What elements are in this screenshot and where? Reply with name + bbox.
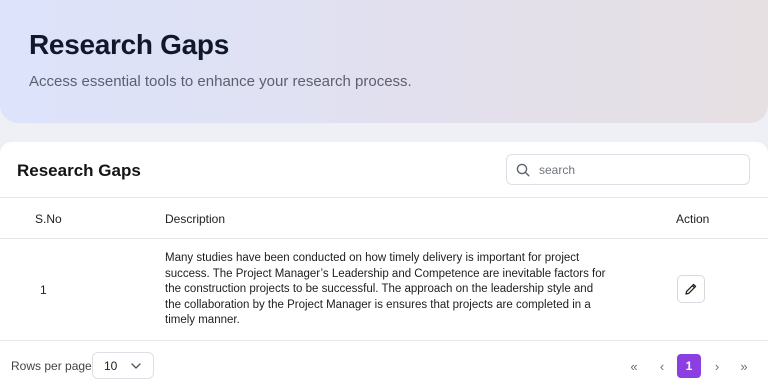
page-subtitle: Access essential tools to enhance your r… <box>29 73 412 90</box>
hero-banner: Research Gaps Access essential tools to … <box>0 0 768 123</box>
search-box[interactable] <box>506 154 750 185</box>
divider <box>0 238 768 239</box>
rows-per-page-label: Rows per page <box>11 359 92 373</box>
page-title: Research Gaps <box>29 29 229 60</box>
column-header-description: Description <box>165 212 226 226</box>
divider <box>0 340 768 341</box>
last-page-button[interactable]: » <box>732 354 756 378</box>
column-header-sno: S.No <box>35 212 62 226</box>
first-page-button[interactable]: « <box>622 354 646 378</box>
row-description: Many studies have been conducted on how … <box>165 252 606 327</box>
edit-button[interactable] <box>677 275 705 303</box>
rows-per-page-select[interactable]: 10 <box>92 352 154 379</box>
column-header-action: Action <box>676 212 710 226</box>
card-title: Research Gaps <box>17 161 141 180</box>
chevron-down-icon <box>131 362 141 369</box>
previous-page-button[interactable]: ‹ <box>650 354 674 378</box>
research-gaps-card: Research Gaps S.No Description Action 1 … <box>0 142 768 391</box>
pencil-edit-icon <box>685 283 697 295</box>
page-1-button[interactable]: 1 <box>677 354 701 378</box>
divider <box>0 197 768 198</box>
row-sno: 1 <box>40 283 47 297</box>
search-icon <box>516 163 530 177</box>
search-input[interactable] <box>539 162 739 177</box>
rows-per-page-value: 10 <box>104 358 118 373</box>
next-page-button[interactable]: › <box>705 354 729 378</box>
